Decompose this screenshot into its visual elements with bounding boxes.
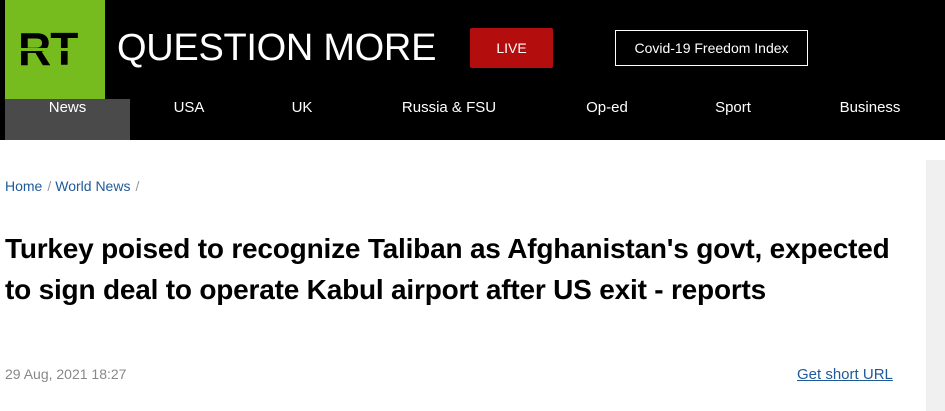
nav-item-business[interactable]: Business: [826, 99, 914, 140]
live-button[interactable]: LIVE: [470, 28, 553, 68]
get-short-url-link[interactable]: Get short URL: [797, 366, 893, 384]
nav-item-op-ed[interactable]: Op-ed: [561, 99, 653, 140]
page-scrollbar[interactable]: [926, 160, 945, 411]
article-title: Turkey poised to recognize Taliban as Af…: [5, 233, 890, 305]
breadcrumb-home[interactable]: Home: [5, 178, 42, 194]
rt-logo[interactable]: RT: [5, 0, 105, 99]
breadcrumb-separator: /: [135, 178, 140, 194]
covid-index-button[interactable]: Covid-19 Freedom Index: [615, 30, 808, 66]
breadcrumb-world-news[interactable]: World News: [55, 178, 130, 194]
nav-item-news[interactable]: News: [5, 99, 130, 140]
article-date: 29 Aug, 2021 18:27: [5, 366, 127, 382]
nav-item-uk[interactable]: UK: [258, 99, 346, 140]
nav-item-usa[interactable]: USA: [139, 99, 239, 140]
breadcrumb-separator: /: [47, 178, 52, 194]
top-header: RT QUESTION MORE LIVE Covid-19 Freedom I…: [0, 0, 945, 99]
logo-stripe: [19, 48, 93, 51]
brand-slogan: QUESTION MORE: [117, 27, 437, 69]
main-nav: News USA UK Russia & FSU Op-ed Sport Bus…: [0, 99, 945, 140]
nav-item-russia-fsu[interactable]: Russia & FSU: [383, 99, 515, 140]
nav-item-sport[interactable]: Sport: [694, 99, 772, 140]
breadcrumb: Home / World News /: [5, 178, 143, 195]
